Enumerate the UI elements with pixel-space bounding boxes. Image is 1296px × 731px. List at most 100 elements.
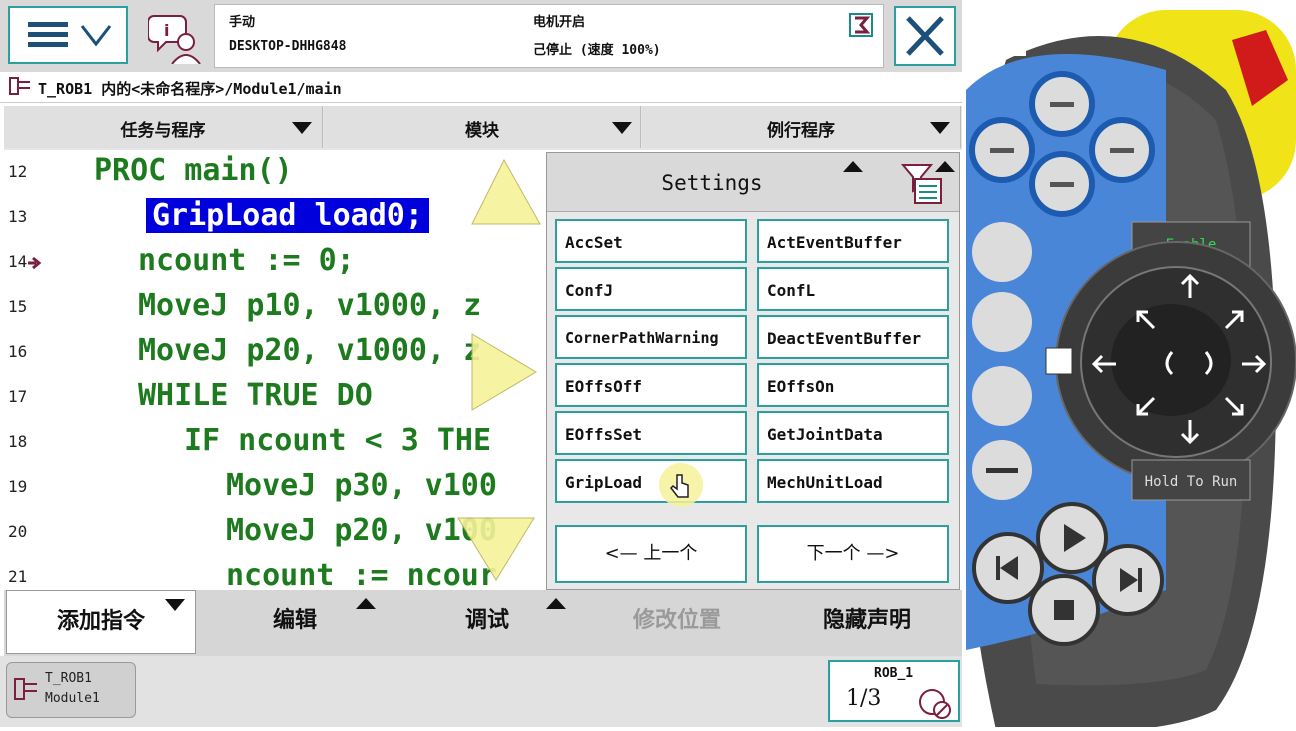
instruction-button-gripload[interactable]: GripLoad: [555, 459, 747, 503]
speed-fraction: 1/3: [846, 686, 882, 711]
routines-dropdown[interactable]: 例行程序: [642, 106, 961, 148]
code-line[interactable]: PROC main(): [94, 153, 293, 188]
instruction-button[interactable]: CornerPathWarning: [555, 315, 747, 359]
line-number: 19: [8, 477, 28, 496]
program-icon: [9, 77, 30, 95]
select-mechanical-unit-key[interactable]: [972, 222, 1032, 282]
chevron-up-icon: [356, 598, 376, 609]
instruction-filter-icon[interactable]: [901, 161, 945, 207]
joystick[interactable]: [1111, 304, 1231, 416]
incremental-mode-icon: [919, 689, 951, 719]
task-tab-program-editor[interactable]: T_ROB1 Module1: [6, 662, 136, 718]
chevron-up-icon: [843, 161, 863, 172]
scroll-right-arrow[interactable]: [470, 332, 540, 412]
modify-position-label: 修改位置: [632, 608, 721, 633]
quickset-mechanical-unit[interactable]: ROB_1 1/3: [828, 660, 960, 722]
cursor-hand-icon: [659, 463, 703, 507]
instruction-button[interactable]: DeactEventBuffer: [757, 315, 949, 359]
debug-label: 调试: [464, 608, 509, 633]
debug-button[interactable]: 调试: [392, 590, 582, 654]
add-instruction-button[interactable]: 添加指令: [6, 590, 196, 654]
edit-label: 编辑: [272, 608, 317, 633]
code-line-selected[interactable]: GripLoad load0;: [146, 198, 429, 233]
task-tab-line2: Module1: [45, 691, 100, 706]
instruction-button[interactable]: MechUnitLoad: [757, 459, 949, 503]
instruction-button[interactable]: AccSet: [555, 219, 747, 263]
program-pointer-icon: [28, 256, 42, 270]
toggle-axes-key[interactable]: [972, 366, 1032, 426]
code-line[interactable]: MoveJ p30, v100: [226, 468, 497, 503]
line-number: 16: [8, 342, 28, 361]
menu-icon: [28, 22, 112, 47]
hold-to-run-label: Hold To Run: [1145, 474, 1238, 490]
program-path: T_ROB1 内的<未命名程序>/Module1/main: [38, 80, 342, 98]
main-menu-button[interactable]: [8, 6, 128, 64]
tasks-dropdown[interactable]: 任务与程序: [4, 106, 323, 148]
line-number: 18: [8, 432, 28, 451]
next-page-button[interactable]: 下一个 —>: [757, 525, 949, 583]
joystick-lock-icon[interactable]: [1045, 347, 1073, 375]
line-number: 17: [8, 387, 28, 406]
close-button[interactable]: [894, 6, 956, 66]
code-line[interactable]: ncount := 0;: [138, 243, 355, 278]
code-editor[interactable]: 12 13 14 15 16 17 18 19 20 21 PROC main(…: [0, 150, 546, 590]
chevron-down-icon: [930, 122, 950, 134]
bottom-toolbar: 添加指令 编辑 调试 修改位置 隐藏声明: [4, 590, 962, 656]
chevron-down-icon: [165, 599, 185, 611]
hide-declarations-label: 隐藏声明: [822, 608, 911, 633]
instruction-category-title[interactable]: Settings: [547, 171, 877, 195]
instruction-button[interactable]: GetJointData: [757, 411, 949, 455]
line-number: 13: [8, 207, 28, 226]
instruction-button[interactable]: ConfJ: [555, 267, 747, 311]
restore-icon[interactable]: [977, 13, 993, 29]
camera-icon[interactable]: [1012, 46, 1026, 56]
line-number: 21: [8, 567, 28, 586]
edit-button[interactable]: 编辑: [200, 590, 390, 654]
instruction-button[interactable]: EOffsSet: [555, 411, 747, 455]
program-nav-bar: 任务与程序 模块 例行程序: [4, 106, 962, 150]
modify-position-button[interactable]: 修改位置: [582, 590, 772, 654]
instruction-button[interactable]: EOffsOn: [757, 363, 949, 407]
minimize-icon[interactable]: [1008, 24, 1022, 27]
instruction-picker-header: Settings: [547, 153, 959, 212]
tasks-label: 任务与程序: [120, 121, 206, 141]
swap-icon[interactable]: [977, 41, 995, 59]
chevron-up-icon: [546, 598, 566, 609]
code-line[interactable]: MoveJ p20, v1000, z: [138, 333, 481, 368]
chevron-down-icon: [292, 122, 312, 134]
system-name: DESKTOP-DHHG848: [229, 39, 347, 54]
status-panel: 手动 DESKTOP-DHHG848 电机开启 己停止 (速度 100%): [214, 4, 884, 68]
close-icon: [906, 16, 944, 56]
toggle-motion-mode-key[interactable]: [972, 292, 1032, 352]
code-line[interactable]: IF ncount < 3 THE: [184, 423, 491, 458]
line-number: 12: [8, 162, 28, 181]
instruction-button[interactable]: EOffsOff: [555, 363, 747, 407]
modules-dropdown[interactable]: 模块: [324, 106, 641, 148]
chevron-down-icon: [612, 122, 632, 134]
line-number: 15: [8, 297, 28, 316]
code-line[interactable]: MoveJ p10, v1000, z: [138, 288, 481, 323]
previous-page-button[interactable]: <— 上一个: [555, 525, 747, 583]
scroll-up-arrow[interactable]: [470, 158, 546, 228]
event-log-icon[interactable]: i: [147, 8, 204, 65]
mode-text: 手动: [229, 15, 256, 30]
instruction-button[interactable]: ConfL: [757, 267, 949, 311]
top-bar: i 手动 DESKTOP-DHHG848 电机开启 己停止 (速度 100%): [0, 0, 962, 72]
task-tab-line1: T_ROB1: [45, 671, 92, 686]
svg-text:i: i: [164, 21, 169, 40]
instruction-button[interactable]: ActEventBuffer: [757, 219, 949, 263]
program-icon: [14, 678, 37, 700]
close-icon[interactable]: [1039, 13, 1055, 29]
motor-state: 电机开启: [533, 15, 586, 30]
line-number: 20: [8, 522, 28, 541]
line-number: 14: [8, 252, 28, 271]
quickset-icon[interactable]: [849, 13, 873, 37]
code-line[interactable]: WHILE TRUE DO: [138, 378, 373, 413]
scroll-down-arrow[interactable]: [456, 516, 536, 582]
taskbar: T_ROB1 Module1 ROB_1 1/3: [0, 656, 962, 727]
program-state: 己停止 (速度 100%): [533, 43, 661, 58]
hide-declarations-button[interactable]: 隐藏声明: [772, 590, 962, 654]
instruction-picker-panel: Settings AccSet ActEventBuffer ConfJ Con…: [546, 152, 960, 590]
add-instruction-label: 添加指令: [56, 609, 145, 634]
flexpendant-device: Enable Hold To Run: [964, 0, 1296, 731]
